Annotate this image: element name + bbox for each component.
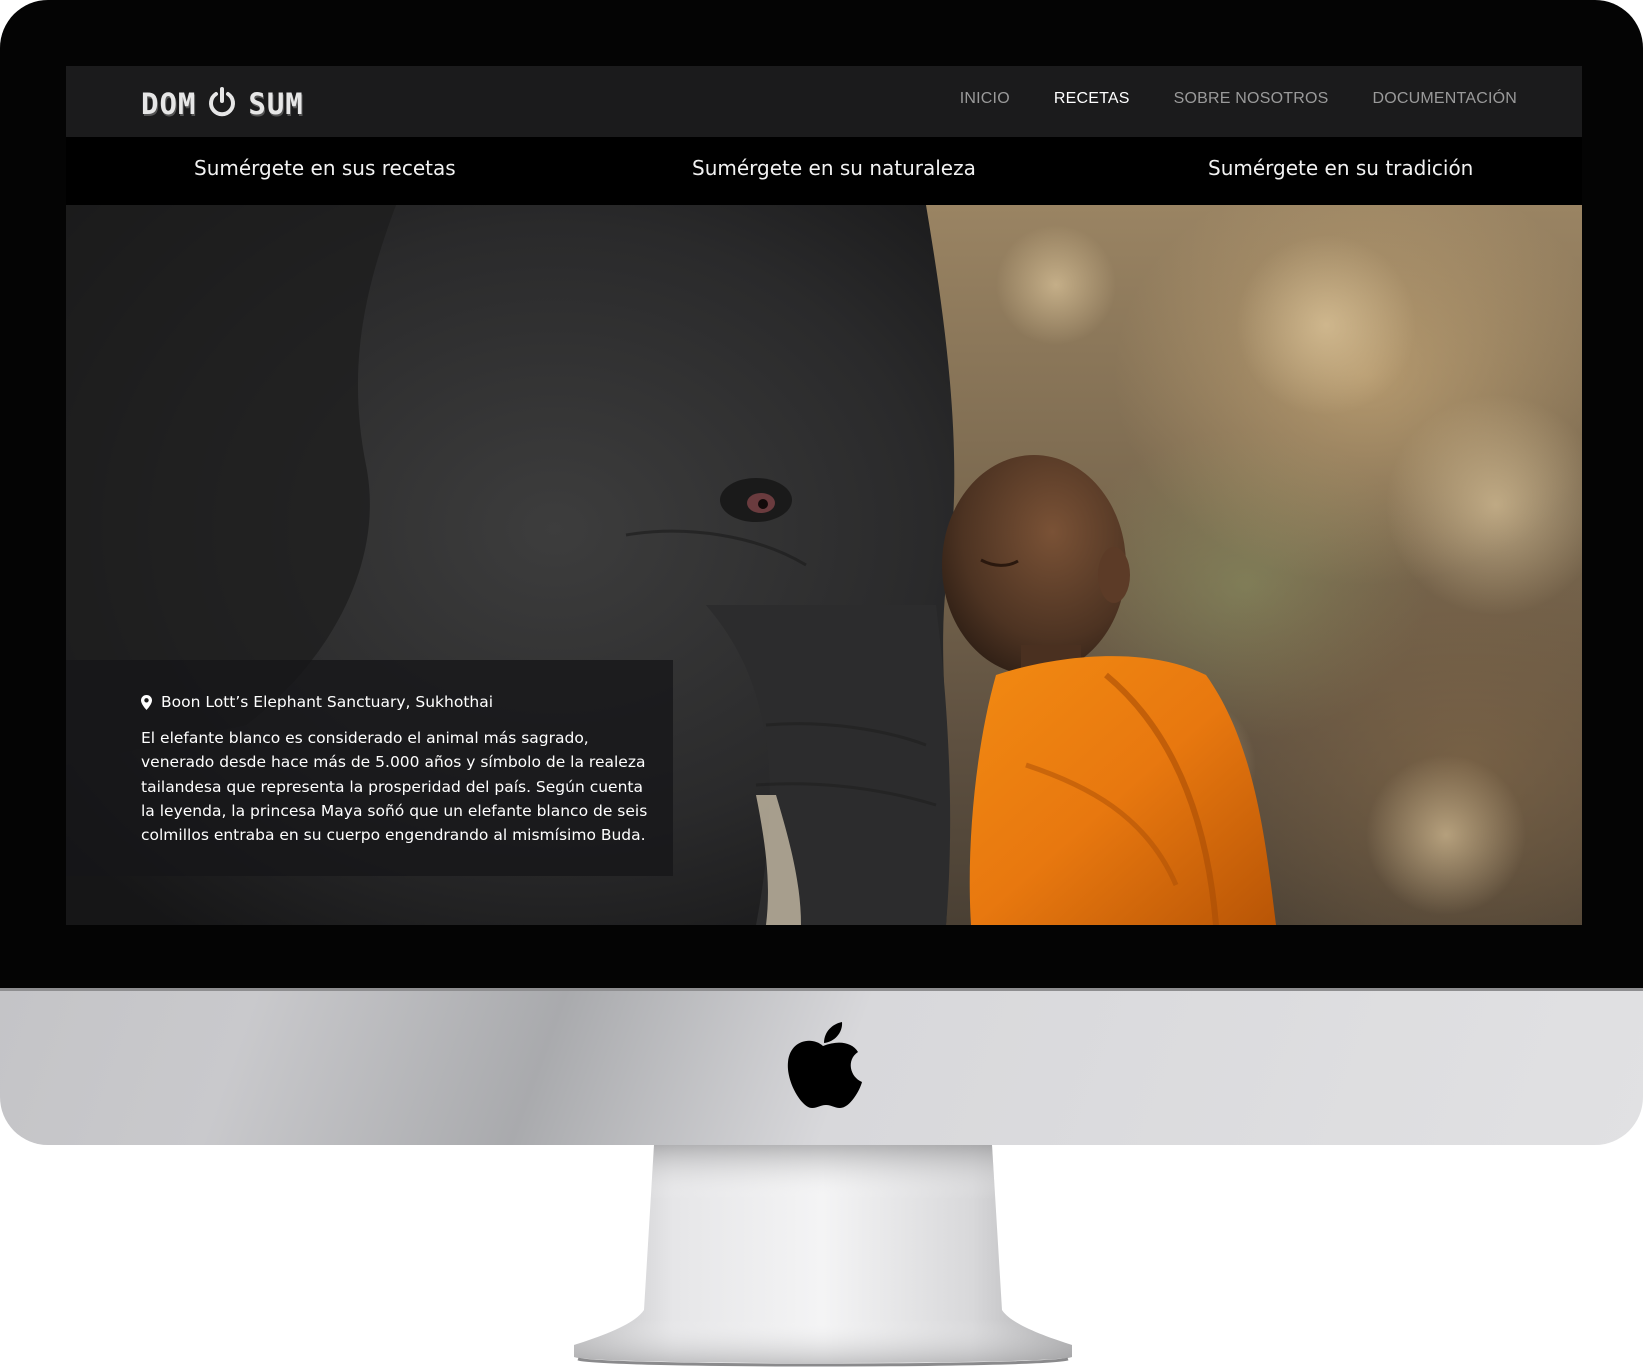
chin-divider	[0, 988, 1643, 991]
hero-caption: Boon Lott’s Elephant Sanctuary, Sukhotha…	[66, 660, 673, 876]
location-label: Boon Lott’s Elephant Sanctuary, Sukhotha…	[161, 693, 494, 711]
apple-logo-icon	[787, 1022, 862, 1108]
website-screen: DOM SUM INICIO RECETAS SOBRE NOSOTROS DO…	[66, 66, 1582, 925]
site-logo[interactable]: DOM SUM	[141, 87, 304, 121]
logo-text-right: SUM	[248, 87, 304, 121]
nav-documentacion[interactable]: DOCUMENTACIÓN	[1372, 90, 1517, 108]
nav-inicio[interactable]: INICIO	[960, 90, 1010, 108]
imac-monitor: DOM SUM INICIO RECETAS SOBRE NOSOTROS DO…	[0, 0, 1643, 1145]
imac-stand	[574, 1145, 1072, 1367]
map-pin-icon	[141, 694, 152, 710]
logo-text-left: DOM	[141, 87, 197, 121]
caption-description: El elefante blanco es considerado el ani…	[141, 729, 648, 845]
nav-sobre-nosotros[interactable]: SOBRE NOSOTROS	[1174, 90, 1329, 108]
power-icon	[209, 87, 236, 117]
hero-image: Boon Lott’s Elephant Sanctuary, Sukhotha…	[66, 205, 1582, 925]
caption-location: Boon Lott’s Elephant Sanctuary, Sukhotha…	[141, 693, 493, 711]
top-navbar: DOM SUM INICIO RECETAS SOBRE NOSOTROS DO…	[66, 66, 1582, 137]
nav-recetas[interactable]: RECETAS	[1054, 90, 1130, 108]
tagline-bar: Sumérgete en sus recetas Sumérgete en su…	[66, 137, 1582, 205]
tagline-naturaleza[interactable]: Sumérgete en su naturaleza	[692, 156, 976, 180]
tagline-recetas[interactable]: Sumérgete en sus recetas	[194, 156, 456, 180]
nav-menu: INICIO RECETAS SOBRE NOSOTROS DOCUMENTAC…	[960, 90, 1517, 108]
tagline-tradicion[interactable]: Sumérgete en su tradición	[1208, 156, 1473, 180]
